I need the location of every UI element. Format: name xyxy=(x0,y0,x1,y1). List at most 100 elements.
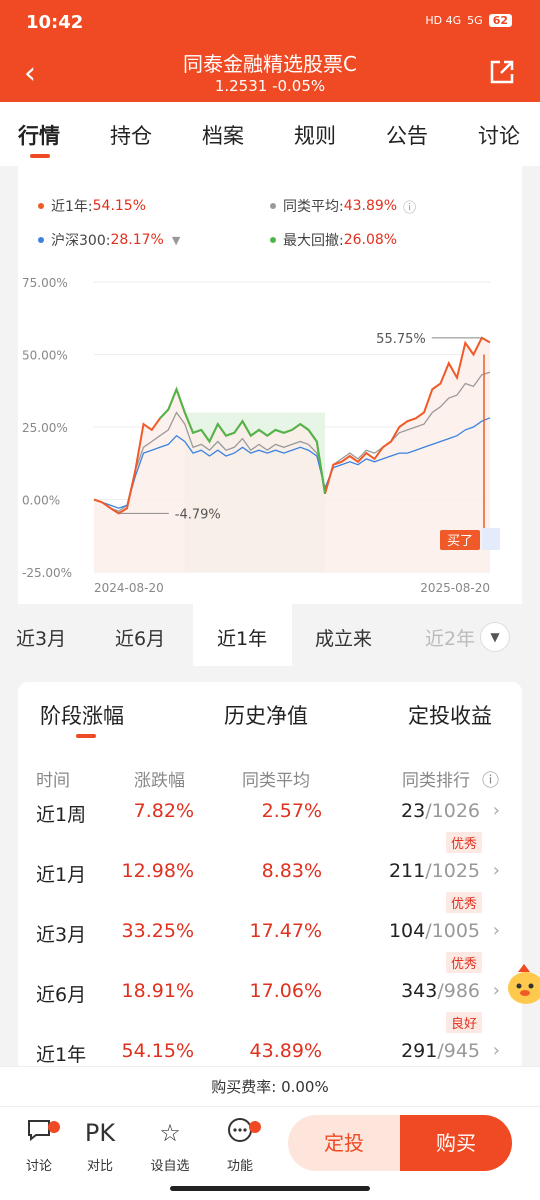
row-period: 近1周 xyxy=(36,804,87,826)
row-rating-badge: 良好 xyxy=(445,1012,482,1033)
min-annotation: -4.79% xyxy=(175,507,221,522)
table-row[interactable]: 近3月 33.25% 17.47% 104/1005 优秀 › xyxy=(18,920,522,980)
legend-hs300[interactable]: 沪深300: 28.17% ▼ xyxy=(38,230,180,250)
tab-history-nav[interactable]: 历史净值 xyxy=(224,700,308,730)
sip-button[interactable]: 定投 xyxy=(288,1115,400,1171)
tab-sip-returns[interactable]: 定投收益 xyxy=(408,700,492,730)
y-tick-label: 0.00% xyxy=(22,494,60,508)
legend-hs300-label: 沪深300: xyxy=(51,233,111,249)
row-rank-group: 104/1005 xyxy=(389,920,480,942)
x-tick-label: 2025-08-20 xyxy=(420,581,490,595)
legend-dot-avg xyxy=(270,203,276,209)
tab-profile[interactable]: 档案 xyxy=(202,120,244,150)
tab-holdings[interactable]: 持仓 xyxy=(110,120,152,150)
expand-periods-button[interactable]: ▼ xyxy=(480,622,510,652)
table-row[interactable]: 近1周 7.82% 2.57% 23/1026 优秀 › xyxy=(18,800,522,860)
purchase-fee: 购买费率: 0.00% xyxy=(0,1066,540,1106)
legend-avg-label: 同类平均: xyxy=(283,199,344,215)
header-avg: 同类平均 xyxy=(242,771,310,791)
max-annotation: 55.75% xyxy=(376,332,426,347)
row-avg: 17.06% xyxy=(249,980,322,1002)
header-change: 涨跌幅 xyxy=(134,771,185,791)
buy-button[interactable]: 购买 xyxy=(400,1115,512,1171)
fullscreen-icon[interactable] xyxy=(482,528,500,550)
legend-avg: 同类平均: 43.89% ⓘ xyxy=(270,196,416,216)
row-rank: 343 xyxy=(401,980,438,1002)
chevron-right-icon: › xyxy=(492,920,500,941)
y-tick-label: 75.00% xyxy=(22,276,68,290)
table-row[interactable]: 近6月 18.91% 17.06% 343/986 良好 › xyxy=(18,980,522,1040)
fund-nav-change: 1.2531 -0.05% xyxy=(214,77,326,95)
period-3m[interactable]: 近3月 xyxy=(16,624,66,651)
pk-icon: PK xyxy=(84,1119,116,1147)
share-icon[interactable] xyxy=(488,58,516,86)
notification-dot xyxy=(249,1121,261,1133)
row-rank: 104 xyxy=(388,920,426,942)
tab-stage-returns[interactable]: 阶段涨幅 xyxy=(40,700,124,730)
tab-rules[interactable]: 规则 xyxy=(294,120,336,150)
legend-hs300-value: 28.17% xyxy=(110,232,164,248)
row-rank: 23 xyxy=(401,800,426,822)
star-icon: ☆ xyxy=(159,1119,181,1147)
y-tick-label: 25.00% xyxy=(22,421,68,435)
row-change: 7.82% xyxy=(133,800,194,822)
row-change: 54.15% xyxy=(121,1040,194,1062)
period-since-inception[interactable]: 成立来 xyxy=(315,624,372,651)
row-total: /1025 xyxy=(425,860,480,882)
row-rank-group: 291/945 xyxy=(401,1040,480,1062)
legend-mdd: 最大回撤: 26.08% xyxy=(270,230,397,250)
legend-mdd-value: 26.08% xyxy=(343,232,398,248)
mascot-icon[interactable] xyxy=(504,960,540,1010)
legend-mdd-label: 最大回撤: xyxy=(283,233,344,249)
tab-indicator xyxy=(30,154,50,158)
legend-fund: 近1年: 54.15% xyxy=(38,196,146,216)
status-bar: 10:42 HD 4G 5G 62 xyxy=(0,0,540,46)
watchlist-label: 设自选 xyxy=(150,1159,190,1174)
add-watchlist-button[interactable]: ☆ 设自选 xyxy=(145,1117,195,1174)
info-icon[interactable]: ⓘ xyxy=(403,197,416,216)
y-tick-label: -25.00% xyxy=(22,566,72,580)
period-2y[interactable]: 近2年 xyxy=(425,624,475,651)
tab-quotes[interactable]: 行情 xyxy=(18,120,60,150)
discuss-label: 讨论 xyxy=(25,1159,52,1174)
row-period: 近6月 xyxy=(36,984,87,1006)
row-change: 33.25% xyxy=(121,920,194,942)
period-selector: 近3月 近6月 近1年 成立来 近2年 ▼ xyxy=(0,604,540,666)
row-rating-badge: 优秀 xyxy=(445,832,482,853)
tab-discussion[interactable]: 讨论 xyxy=(478,120,520,150)
network-5g-icon: 5G xyxy=(467,14,483,27)
function-button[interactable]: 功能 xyxy=(215,1117,265,1174)
row-total: /945 xyxy=(437,1040,480,1062)
row-avg: 43.89% xyxy=(249,1040,322,1062)
chevron-right-icon: › xyxy=(492,1040,500,1061)
row-rating-badge: 优秀 xyxy=(445,892,482,913)
row-rank: 291 xyxy=(401,1040,438,1062)
row-period: 近3月 xyxy=(36,924,87,946)
compare-button[interactable]: PK 对比 xyxy=(75,1117,125,1174)
row-rank-group: 343/986 xyxy=(401,980,480,1002)
row-avg: 8.83% xyxy=(261,860,322,882)
period-6m[interactable]: 近6月 xyxy=(115,624,165,651)
discuss-button[interactable]: 讨论 xyxy=(14,1117,64,1174)
row-period: 近1年 xyxy=(36,1044,87,1066)
battery-icon: 62 xyxy=(488,14,512,27)
table-row[interactable]: 近1月 12.98% 8.83% 211/1025 优秀 › xyxy=(18,860,522,920)
fund-title: 同泰金融精选股票C xyxy=(183,52,357,76)
row-avg: 17.47% xyxy=(249,920,322,942)
row-avg: 2.57% xyxy=(261,800,322,822)
home-indicator xyxy=(170,1186,370,1191)
returns-card: 阶段涨幅 历史净值 定投收益 时间 涨跌幅 同类平均 同类排行 ⓘ 近1周 7.8… xyxy=(18,682,522,1072)
x-tick-label: 2024-08-20 xyxy=(94,581,164,595)
row-change: 18.91% xyxy=(121,980,194,1002)
performance-chart[interactable]: 75.00% 50.00% 25.00% 0.00% -25.00% 2024-08-20… xyxy=(18,270,522,600)
legend-avg-value: 43.89% xyxy=(343,198,398,214)
period-1y[interactable]: 近1年 xyxy=(217,624,267,651)
tab-notices[interactable]: 公告 xyxy=(386,120,428,150)
row-rank-group: 23/1026 xyxy=(401,800,480,822)
legend-dot-mdd xyxy=(270,237,276,243)
dropdown-icon[interactable]: ▼ xyxy=(172,234,180,247)
legend-fund-label: 近1年: xyxy=(51,199,93,215)
row-period: 近1月 xyxy=(36,864,87,886)
row-total: /986 xyxy=(437,980,480,1002)
rank-info-icon[interactable]: ⓘ xyxy=(482,766,499,791)
